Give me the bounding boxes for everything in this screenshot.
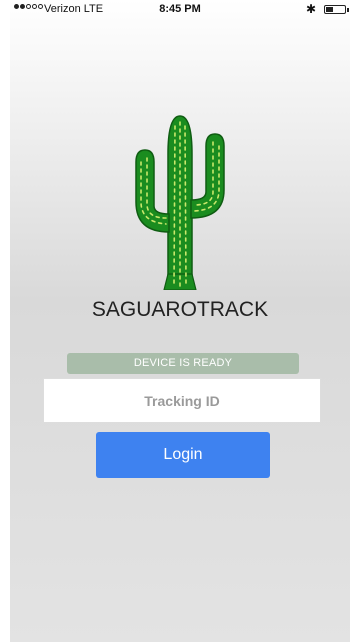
status-bar: Verizon LTE 8:45 PM ✱ [10,0,350,20]
bluetooth-icon: ✱ [305,2,316,16]
status-time: 8:45 PM [159,3,201,15]
battery-icon [324,5,349,14]
login-button[interactable]: Login [96,432,270,478]
app-screen: Verizon LTE 8:45 PM ✱ SAGUAROTRACK DEVIC… [10,0,350,642]
tracking-id-input[interactable] [43,378,321,423]
app-title: SAGUAROTRACK [91,298,269,321]
device-status-badge: DEVICE IS READY [67,353,299,374]
cactus-icon [135,115,225,290]
